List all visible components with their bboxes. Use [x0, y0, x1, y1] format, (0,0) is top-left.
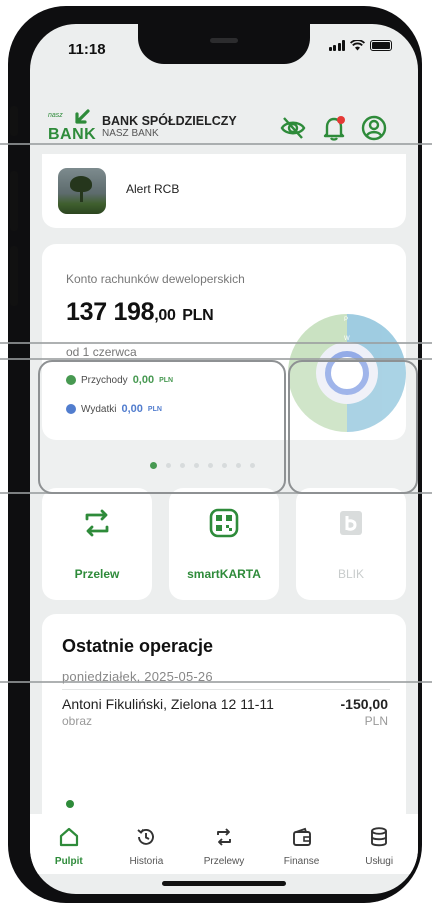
period-label: od 1 czerwca: [66, 345, 137, 359]
bottom-tab-bar: Pulpit Historia Przelewy Finanse Usługi: [30, 814, 418, 874]
alert-card[interactable]: Alert RCB: [42, 154, 406, 228]
eye-off-icon[interactable]: [279, 114, 307, 142]
tab-finanse[interactable]: Finanse: [263, 814, 341, 874]
app-header: nasz BANK BANK SPÓŁDZIELCZY NASZ BANK: [30, 92, 418, 162]
bank-name: BANK SPÓŁDZIELCZY: [102, 114, 237, 128]
operation-currency: PLN: [364, 714, 388, 728]
operation-name: Antoni Fikuliński, Zielona 12 11-11: [62, 696, 274, 712]
account-balance: 137 198,00 PLN: [66, 298, 214, 326]
transfer-button[interactable]: Przelew: [42, 488, 152, 600]
alert-thumbnail: [58, 168, 106, 214]
tab-przelewy[interactable]: Przelewy: [185, 814, 263, 874]
signal-icon: [328, 40, 345, 51]
home-indicator: [162, 881, 286, 886]
overlay-frame: [288, 360, 418, 494]
user-icon[interactable]: [360, 114, 388, 142]
overlay-line: [0, 143, 432, 145]
operation-description: obraz: [62, 714, 93, 728]
home-icon: [59, 827, 78, 847]
tab-uslugi[interactable]: Usługi: [340, 814, 418, 874]
transfer-label: Przelew: [74, 567, 120, 581]
volume-down-button: [10, 246, 18, 306]
account-title: Konto rachunków deweloperskich: [66, 272, 245, 286]
status-icons: [328, 40, 392, 51]
alert-label: Alert RCB: [126, 182, 180, 196]
overlay-line: [0, 681, 432, 683]
bank-subtitle: NASZ BANK: [102, 128, 159, 139]
overlay-line: [0, 342, 432, 344]
smartkarta-button[interactable]: smartKARTA: [169, 488, 279, 600]
transfer-icon: [85, 509, 109, 537]
wifi-icon: [350, 40, 365, 51]
tab-pulpit[interactable]: Pulpit: [30, 814, 108, 874]
volume-up-button: [10, 171, 18, 231]
operations-divider: [62, 689, 390, 690]
qr-card-icon: [209, 508, 239, 538]
blik-label: BLIK: [337, 567, 364, 581]
notch: [138, 24, 310, 64]
bell-icon[interactable]: [320, 114, 348, 142]
mute-switch: [10, 106, 18, 136]
history-icon: [137, 828, 155, 845]
tab-historia[interactable]: Historia: [108, 814, 186, 874]
wallet-icon: [292, 827, 311, 846]
smartkarta-label: smartKARTA: [187, 567, 261, 581]
status-time: 11:18: [68, 41, 106, 58]
operation-amount: -150,00: [340, 696, 388, 712]
transfers-icon: [217, 828, 231, 846]
operations-title: Ostatnie operacje: [62, 636, 214, 656]
battery-icon: [370, 40, 392, 51]
blik-button[interactable]: BLIK: [296, 488, 406, 600]
overlay-frame: [38, 360, 286, 494]
active-tab-indicator: [66, 800, 74, 808]
recent-operations-card: Ostatnie operacje poniedziałek, 2025-05-…: [42, 614, 406, 834]
database-icon: [371, 827, 388, 847]
blik-icon: [340, 511, 362, 535]
